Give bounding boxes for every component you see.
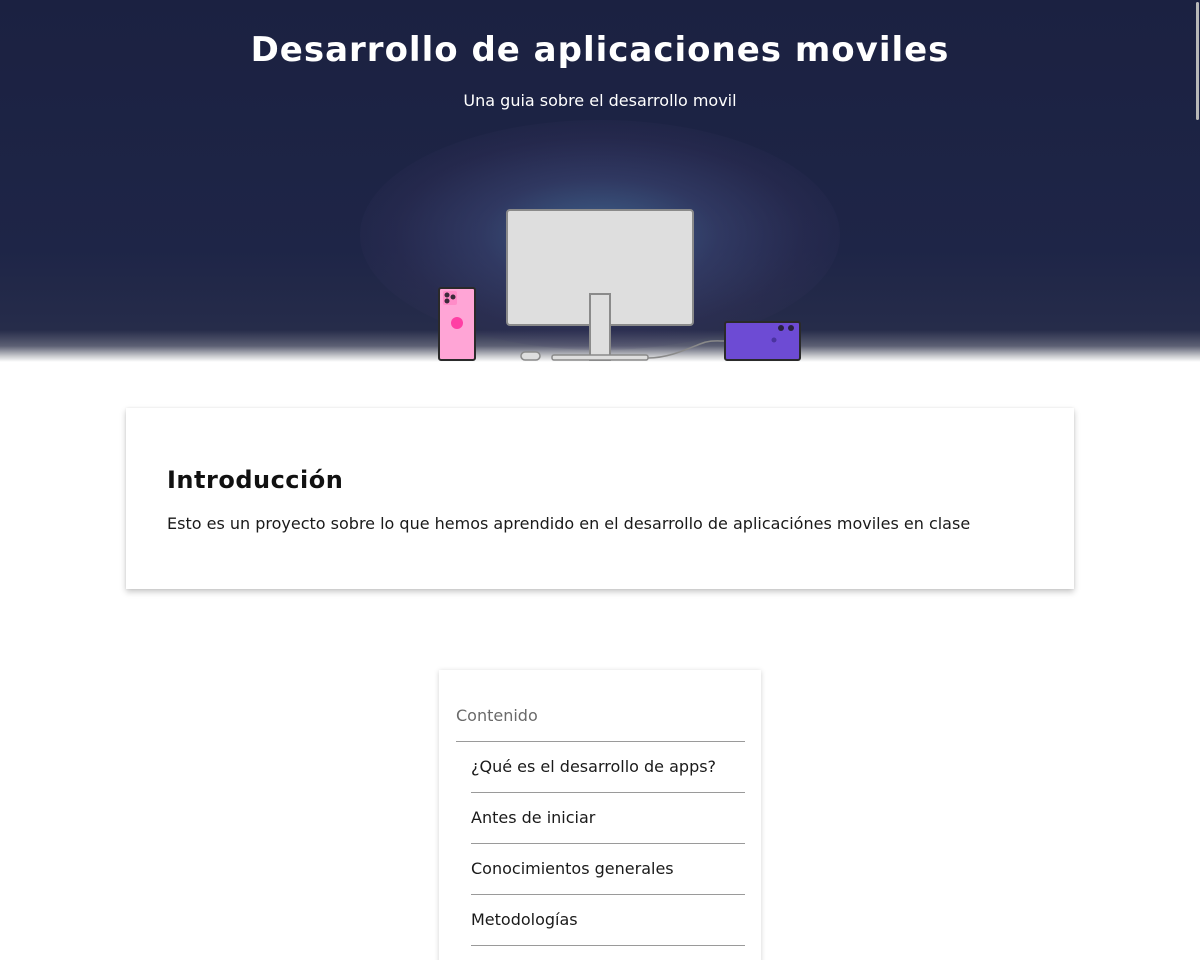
phone-icon: [438, 287, 476, 361]
toc-item-metodologias[interactable]: Metodologías: [471, 895, 745, 946]
toc-item-conocimientos[interactable]: Conocimientos generales: [471, 844, 745, 895]
intro-text: Esto es un proyecto sobre lo que hemos a…: [167, 514, 971, 533]
intro-card: Introducción Esto es un proyecto sobre l…: [126, 408, 1074, 589]
hero-header: Desarrollo de aplicaciones moviles Una g…: [0, 0, 1200, 362]
toc-item-que-es[interactable]: ¿Qué es el desarrollo de apps?: [471, 742, 745, 793]
tablet-icon: [724, 321, 801, 361]
toc-item-next[interactable]: [471, 946, 745, 960]
scrollbar-thumb[interactable]: [1196, 2, 1199, 120]
monitor-icon: [506, 209, 694, 361]
toc-heading: Contenido: [456, 706, 538, 725]
mouse-icon: [520, 351, 541, 361]
intro-title: Introducción: [167, 466, 344, 494]
toc-list: ¿Qué es el desarrollo de apps? Antes de …: [471, 742, 745, 960]
scrollbar[interactable]: [1194, 0, 1200, 960]
page: Desarrollo de aplicaciones moviles Una g…: [0, 0, 1200, 960]
devices-illustration: [438, 209, 801, 361]
table-of-contents: Contenido ¿Qué es el desarrollo de apps?…: [439, 670, 761, 960]
cable-icon: [647, 340, 726, 359]
toc-item-antes-de-iniciar[interactable]: Antes de iniciar: [471, 793, 745, 844]
